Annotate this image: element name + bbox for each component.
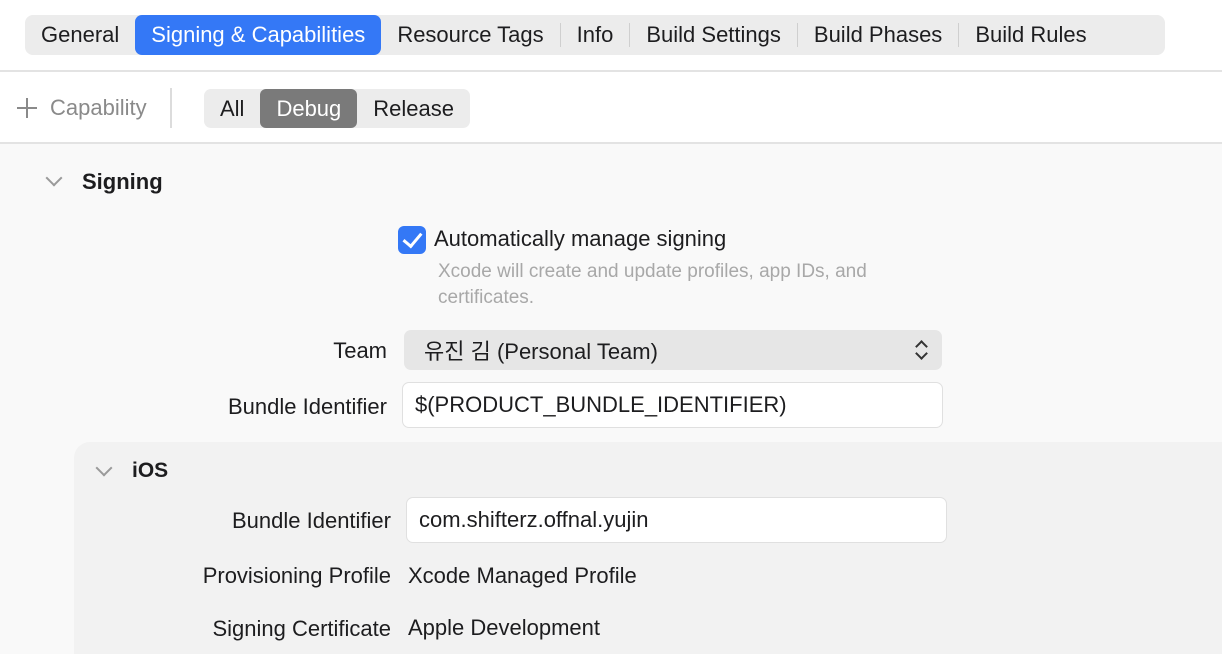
ios-bundle-identifier-label: Bundle Identifier — [232, 508, 391, 533]
signing-certificate-label: Signing Certificate — [212, 616, 391, 641]
auto-manage-signing-help: Xcode will create and update profiles, a… — [438, 261, 867, 308]
tab-general[interactable]: General — [25, 15, 135, 55]
tab-resource-tags[interactable]: Resource Tags — [381, 15, 559, 55]
team-popup[interactable]: 유진 김 (Personal Team) — [404, 330, 942, 370]
chevron-up-down-icon — [914, 339, 928, 361]
tab-build-phases[interactable]: Build Phases — [798, 15, 958, 55]
toolbar-divider — [170, 88, 172, 128]
team-value: 유진 김 (Personal Team) — [424, 339, 658, 364]
provisioning-profile-value: Xcode Managed Profile — [408, 563, 637, 588]
signing-certificate-value: Apple Development — [408, 615, 601, 640]
provisioning-profile-label: Provisioning Profile — [202, 563, 391, 588]
bundle-identifier-label: Bundle Identifier — [228, 394, 387, 419]
plus-icon — [16, 97, 38, 119]
auto-manage-signing-label: Automatically manage signing — [434, 226, 727, 251]
tab-info[interactable]: Info — [561, 15, 630, 55]
add-capability-button[interactable]: Capability — [16, 90, 147, 126]
tab-signing-capabilities[interactable]: Signing & Capabilities — [135, 15, 382, 55]
segment-release[interactable]: Release — [357, 89, 470, 128]
ios-bundle-identifier-field[interactable]: com.shifterz.offnal.yujin — [406, 497, 947, 543]
segment-debug[interactable]: Debug — [260, 89, 358, 128]
tab-build-rules[interactable]: Build Rules — [959, 15, 1102, 55]
add-capability-label: Capability — [50, 95, 147, 120]
tab-build-settings[interactable]: Build Settings — [630, 15, 797, 55]
team-label: Team — [333, 338, 387, 363]
configuration-segmented-control: All Debug Release — [204, 89, 471, 128]
divider — [0, 70, 1222, 72]
editor-tab-bar: General Signing & Capabilities Resource … — [25, 15, 1165, 55]
ios-section-title: iOS — [132, 459, 169, 482]
signing-section-title: Signing — [82, 169, 163, 194]
auto-manage-signing-checkbox[interactable] — [398, 226, 426, 254]
bundle-identifier-field[interactable]: $(PRODUCT_BUNDLE_IDENTIFIER) — [402, 382, 943, 428]
segment-all[interactable]: All — [204, 89, 260, 128]
